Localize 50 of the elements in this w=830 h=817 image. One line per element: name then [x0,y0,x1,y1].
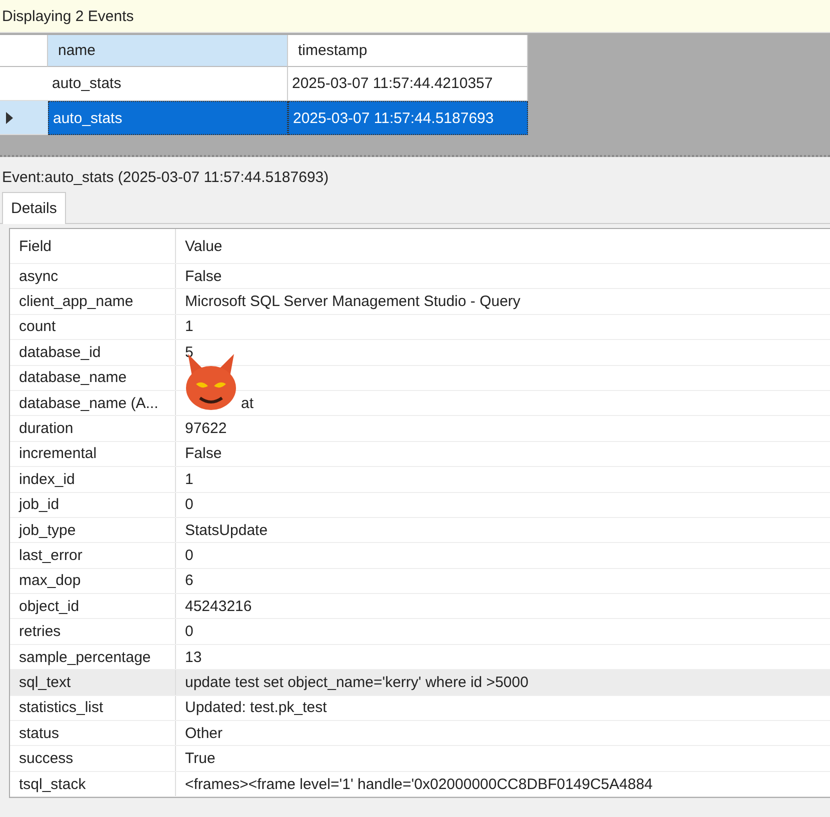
field-name: tsql_stack [10,772,176,796]
column-header[interactable]: name [48,35,288,67]
field-value: Updated: test.pk_test [185,699,327,716]
field-name: retries [10,619,176,644]
field-name: async [10,264,176,288]
field-name: max_dop [10,568,176,594]
event-title: Event:auto_stats (2025-03-07 11:57:44.5187693) [2,169,329,186]
field-name: incremental [10,442,176,466]
field-value: 13 [185,648,202,666]
grid-cell[interactable]: 2025-03-07 11:57:44.5187693 [288,101,528,135]
field-value: 97622 [185,420,227,438]
field-value: 0 [185,496,194,514]
field-name: success [10,746,176,771]
field-value: False [185,268,222,285]
field-value: update test set object_name='kerry' where id >5000 [185,674,528,691]
details-tab[interactable]: Details [2,192,66,224]
field-name: last_error [10,543,176,568]
field-name: status [10,721,176,746]
field-name: database_name [10,366,176,390]
field-name: client_app_name [10,289,176,314]
field-name: job_type [10,518,176,542]
field-value: True [185,750,216,768]
field-name: count [10,314,176,340]
grid-cell[interactable]: auto_stats [48,101,288,135]
field-value: 45243216 [185,598,252,615]
column-header[interactable]: timestamp [288,35,528,67]
field-name: index_id [10,467,176,492]
field-name: duration [10,416,176,441]
status-text: Displaying 2 Events [0,0,830,33]
field-value: 1 [185,470,194,488]
field-value: Other [185,724,223,742]
field-name: sql_text [10,670,176,695]
field-value: 6 [185,572,194,590]
field-value: StatsUpdate [185,522,268,539]
field-name: object_id [10,594,176,618]
field-value: 0 [185,546,194,564]
field-value: 1 [185,318,194,336]
field-value: at [241,394,254,412]
column-header: Field [10,229,176,263]
field-name: database_name (A... [10,390,176,416]
field-value: <frames><frame level='1' handle='0x02000000CC8DBF0149C5A4884 [185,776,653,792]
column-header: Value [184,236,224,256]
row-pointer-icon [6,112,13,124]
field-name: job_id [10,492,176,517]
field-name: sample_percentage [10,644,176,670]
field-value: Microsoft SQL Server Management Studio - Query [185,293,520,310]
field-value: 0 [185,623,194,640]
field-value: False [185,445,222,462]
field-name: database_id [10,340,176,365]
field-name: statistics_list [10,696,176,720]
